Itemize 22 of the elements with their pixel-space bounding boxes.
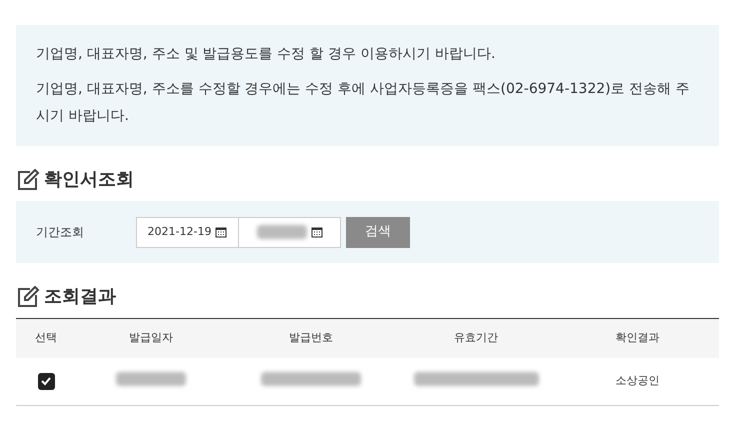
start-date-field[interactable]: 2021-12-19 (136, 216, 239, 248)
column-header: 발급일자 (129, 331, 173, 344)
redacted-text (256, 225, 306, 239)
date-value: 2021-12-19 (148, 224, 212, 240)
notice-text: 기업명, 대표자명, 주소 및 발급용도를 수정 할 경우 이용하시기 바랍니다. (36, 45, 496, 64)
column-header: 발급번호 (289, 331, 333, 344)
section-title: 확인서조회 (44, 168, 134, 192)
calendar-icon (215, 226, 228, 238)
column-header: 확인결과 (616, 331, 660, 344)
end-date-field[interactable] (239, 216, 341, 248)
calendar-icon (310, 226, 322, 238)
edit-icon (16, 168, 40, 190)
checkmark-icon (40, 375, 52, 388)
column-header: 선택 (35, 331, 57, 344)
edit-icon (16, 286, 40, 308)
column-header: 유효기간 (454, 331, 498, 344)
table-cell: 소상공인 (616, 374, 660, 387)
section-title: 조회결과 (44, 285, 116, 309)
notice-text: 기업명, 대표자명, 주소를 수정할 경우에는 수정 후에 사업자등록증을 팩스(02-6974-1322)로 전송해 주시기 바랍니다. (36, 80, 691, 126)
row-checkbox[interactable] (38, 372, 54, 390)
period-label: 기간조회 (36, 224, 85, 241)
redacted-text (116, 372, 186, 386)
